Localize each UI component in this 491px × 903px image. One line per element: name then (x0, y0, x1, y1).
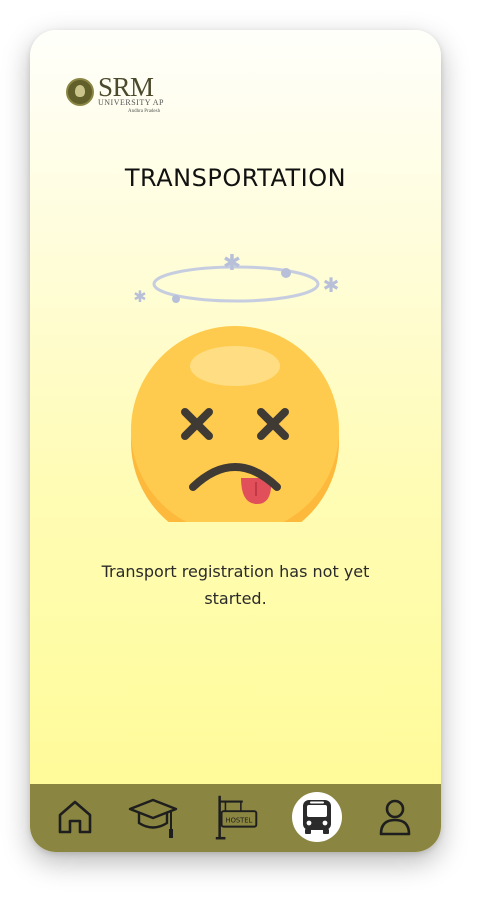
svg-text:✱: ✱ (223, 251, 241, 276)
home-icon (58, 800, 92, 834)
nav-hostel-button[interactable]: HOSTEL (210, 790, 264, 844)
university-logo: SRM UNIVERSITY AP Andhra Pradesh (66, 72, 166, 116)
nav-home-button[interactable] (48, 790, 102, 844)
logo-name: SRM (98, 72, 154, 102)
app-screen: SRM UNIVERSITY AP Andhra Pradesh TRANSPO… (30, 30, 441, 852)
logo-tagline: Andhra Pradesh (128, 109, 161, 114)
status-message: Transport registration has not yet start… (101, 562, 370, 608)
dizzy-face-icon: ✱ ✱ ✱ (131, 251, 340, 522)
logo-subtitle: UNIVERSITY AP (98, 98, 164, 107)
svg-text:✱: ✱ (323, 273, 340, 297)
nav-transport-button[interactable] (292, 792, 342, 842)
bus-icon (303, 800, 331, 834)
svg-text:✱: ✱ (133, 287, 146, 306)
bottom-navigation: HOSTEL (30, 784, 441, 852)
graduation-cap-icon (128, 798, 178, 838)
seal-icon (66, 78, 94, 106)
user-icon (379, 799, 411, 836)
nav-profile-button[interactable] (368, 790, 422, 844)
hostel-sign-label: HOSTEL (226, 816, 253, 824)
nav-academics-button[interactable] (126, 790, 180, 844)
page-title: TRANSPORTATION (124, 164, 347, 192)
hostel-sign-icon: HOSTEL (215, 795, 258, 840)
